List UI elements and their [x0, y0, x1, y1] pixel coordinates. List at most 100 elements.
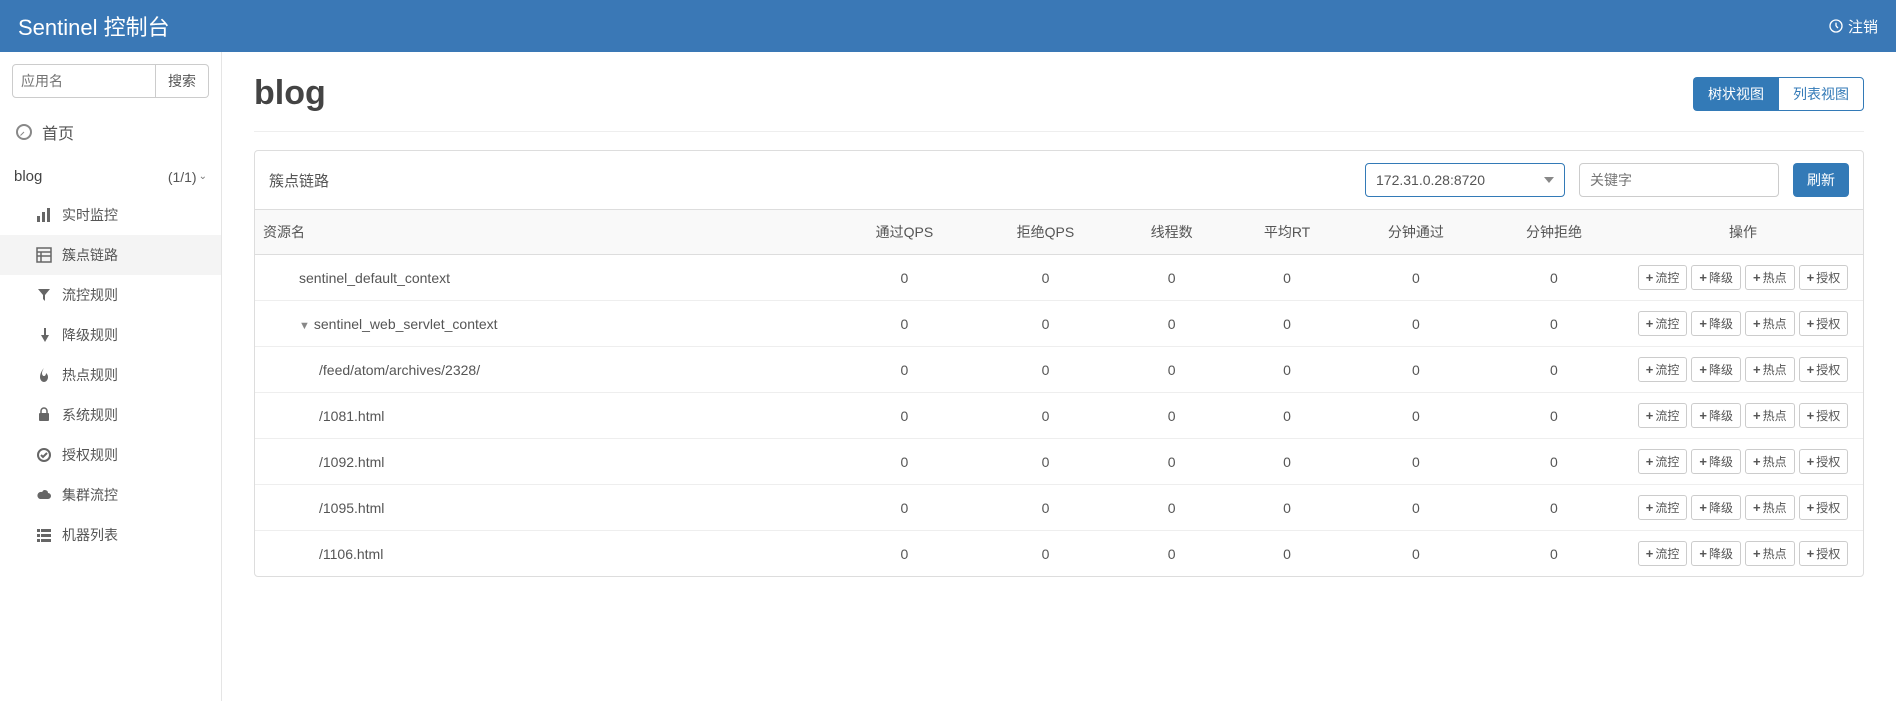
plus-icon: +	[1753, 455, 1761, 468]
auth-button[interactable]: +授权	[1799, 265, 1849, 290]
plus-icon: +	[1753, 317, 1761, 330]
auth-button[interactable]: +授权	[1799, 449, 1849, 474]
min-pass-cell: 0	[1347, 301, 1485, 347]
tree-view-button[interactable]: 树状视图	[1693, 77, 1778, 111]
ops-cell: +流控+降级+热点+授权	[1623, 485, 1863, 531]
sidebar-search: 搜索	[0, 52, 221, 106]
sidebar-item-label: 流控规则	[62, 285, 118, 305]
min-pass-cell: 0	[1347, 347, 1485, 393]
flow-button[interactable]: +流控	[1638, 357, 1688, 382]
sidebar-item-cluster-flow[interactable]: 集群流控	[0, 475, 221, 515]
logout-button[interactable]: 注销	[1828, 16, 1878, 37]
hotspot-button[interactable]: +热点	[1745, 449, 1795, 474]
plus-icon: +	[1646, 455, 1654, 468]
sidebar-item-label: 降级规则	[62, 325, 118, 345]
plus-icon: +	[1753, 363, 1761, 376]
degrade-button[interactable]: +降级	[1691, 265, 1741, 290]
degrade-button[interactable]: +降级	[1691, 495, 1741, 520]
hotspot-button[interactable]: +热点	[1745, 357, 1795, 382]
search-button[interactable]: 搜索	[156, 64, 209, 98]
list-view-button[interactable]: 列表视图	[1778, 77, 1864, 111]
avg-rt-cell: 0	[1227, 301, 1347, 347]
search-input[interactable]	[12, 64, 156, 98]
plus-icon: +	[1646, 547, 1654, 560]
panel-title: 簇点链路	[269, 170, 1351, 191]
col-block-qps: 拒绝QPS	[975, 210, 1116, 255]
col-avg-rt: 平均RT	[1227, 210, 1347, 255]
degrade-button[interactable]: +降级	[1691, 311, 1741, 336]
hotspot-button[interactable]: +热点	[1745, 265, 1795, 290]
auth-button[interactable]: +授权	[1799, 541, 1849, 566]
auth-button[interactable]: +授权	[1799, 495, 1849, 520]
sidebar-app-toggle[interactable]: blog (1/1)⌄	[0, 158, 221, 195]
ops-cell: +流控+降级+热点+授权	[1623, 255, 1863, 301]
sidebar-item-hotspot-rule[interactable]: 热点规则	[0, 355, 221, 395]
hotspot-button[interactable]: +热点	[1745, 311, 1795, 336]
table-header-row: 资源名 通过QPS 拒绝QPS 线程数 平均RT 分钟通过 分钟拒绝 操作	[255, 210, 1863, 255]
flow-button[interactable]: +流控	[1638, 265, 1688, 290]
panel-header: 簇点链路 172.31.0.28:8720 刷新	[255, 151, 1863, 210]
sidebar-item-system-rule[interactable]: 系统规则	[0, 395, 221, 435]
auth-button[interactable]: +授权	[1799, 403, 1849, 428]
threads-cell: 0	[1116, 485, 1227, 531]
resource-table: 资源名 通过QPS 拒绝QPS 线程数 平均RT 分钟通过 分钟拒绝 操作 se…	[255, 210, 1863, 576]
min-pass-cell: 0	[1347, 393, 1485, 439]
cluster-point-icon	[36, 247, 52, 263]
plus-icon: +	[1699, 317, 1707, 330]
min-block-cell: 0	[1485, 531, 1623, 577]
auth-button[interactable]: +授权	[1799, 357, 1849, 382]
resource-name: /1092.html	[263, 454, 826, 470]
avg-rt-cell: 0	[1227, 531, 1347, 577]
hotspot-button[interactable]: +热点	[1745, 495, 1795, 520]
divider	[254, 131, 1864, 132]
plus-icon: +	[1646, 317, 1654, 330]
ops-cell: +流控+降级+热点+授权	[1623, 347, 1863, 393]
plus-icon: +	[1807, 363, 1815, 376]
sidebar-item-realtime[interactable]: 实时监控	[0, 195, 221, 235]
avg-rt-cell: 0	[1227, 347, 1347, 393]
sidebar-home[interactable]: 首页	[0, 106, 221, 158]
sidebar-item-degrade-rule[interactable]: 降级规则	[0, 315, 221, 355]
flow-button[interactable]: +流控	[1638, 495, 1688, 520]
main-content: blog 树状视图 列表视图 簇点链路 172.31.0.28:8720 刷新	[222, 52, 1896, 701]
keyword-input[interactable]	[1579, 163, 1779, 197]
block-qps-cell: 0	[975, 301, 1116, 347]
avg-rt-cell: 0	[1227, 393, 1347, 439]
min-pass-cell: 0	[1347, 531, 1485, 577]
resource-name: /1081.html	[263, 408, 826, 424]
degrade-button[interactable]: +降级	[1691, 357, 1741, 382]
sidebar-item-cluster-point[interactable]: 簇点链路	[0, 235, 221, 275]
machine-select[interactable]: 172.31.0.28:8720	[1365, 163, 1565, 197]
flow-button[interactable]: +流控	[1638, 541, 1688, 566]
resource-name: sentinel_default_context	[263, 270, 826, 286]
hotspot-button[interactable]: +热点	[1745, 541, 1795, 566]
flow-button[interactable]: +流控	[1638, 311, 1688, 336]
plus-icon: +	[1807, 317, 1815, 330]
sidebar-item-label: 热点规则	[62, 365, 118, 385]
plus-icon: +	[1646, 501, 1654, 514]
degrade-button[interactable]: +降级	[1691, 541, 1741, 566]
tree-toggle-icon[interactable]: ▼	[299, 320, 310, 332]
flow-button[interactable]: +流控	[1638, 449, 1688, 474]
threads-cell: 0	[1116, 301, 1227, 347]
sidebar-app-count: (1/1)⌄	[168, 169, 207, 185]
sidebar-item-label: 授权规则	[62, 445, 118, 465]
sidebar: 搜索 首页 blog (1/1)⌄ 实时监控簇点链路流控规则降级规则热点规则系统…	[0, 52, 222, 701]
refresh-button[interactable]: 刷新	[1793, 163, 1849, 197]
hotspot-button[interactable]: +热点	[1745, 403, 1795, 428]
sidebar-item-flow-rule[interactable]: 流控规则	[0, 275, 221, 315]
min-block-cell: 0	[1485, 485, 1623, 531]
auth-button[interactable]: +授权	[1799, 311, 1849, 336]
avg-rt-cell: 0	[1227, 439, 1347, 485]
flow-button[interactable]: +流控	[1638, 403, 1688, 428]
page-title: blog	[254, 74, 326, 113]
degrade-button[interactable]: +降级	[1691, 449, 1741, 474]
sidebar-item-machine-list[interactable]: 机器列表	[0, 515, 221, 555]
plus-icon: +	[1699, 547, 1707, 560]
logout-label: 注销	[1848, 16, 1878, 37]
sidebar-item-auth-rule[interactable]: 授权规则	[0, 435, 221, 475]
machine-list-icon	[36, 527, 52, 543]
degrade-button[interactable]: +降级	[1691, 403, 1741, 428]
block-qps-cell: 0	[975, 531, 1116, 577]
plus-icon: +	[1646, 363, 1654, 376]
